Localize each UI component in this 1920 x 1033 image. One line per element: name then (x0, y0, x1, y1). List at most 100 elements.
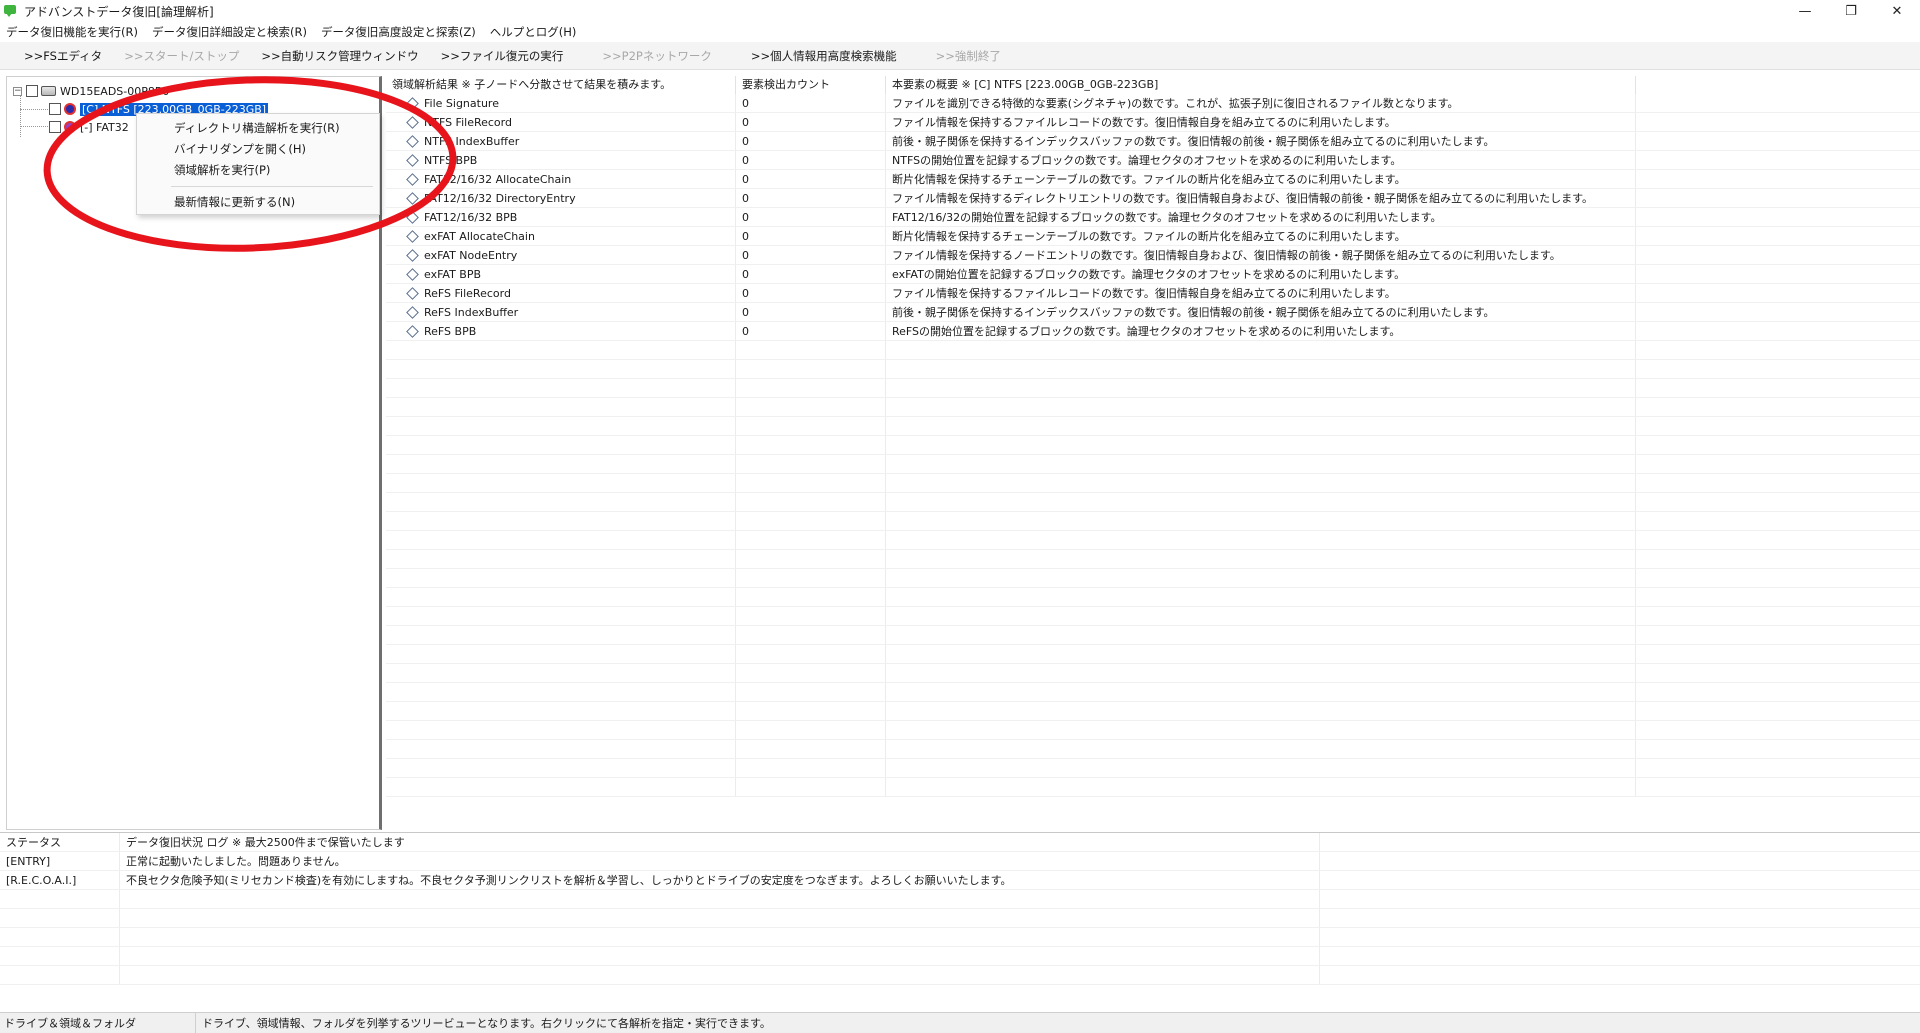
empty-cell (1636, 474, 1920, 492)
empty-cell (386, 759, 736, 777)
start-stop-button[interactable]: >>スタート/ストップ (113, 44, 250, 68)
row-name: ReFS BPB (386, 322, 736, 340)
row-empty (1636, 94, 1920, 112)
log-header-message[interactable]: データ復旧状況 ログ ※ 最大2500件まで保管いたします (120, 833, 1320, 851)
empty-row (386, 721, 1920, 740)
row-empty (1636, 322, 1920, 340)
table-row[interactable]: ReFS IndexBuffer 0 前後・親子関係を保持するインデックスバッファの… (386, 303, 1920, 322)
element-diamond-icon (406, 267, 419, 281)
row-name-text: NTFS FileRecord (424, 115, 512, 129)
empty-cell (886, 360, 1636, 378)
table-row[interactable]: FAT12/16/32 BPB 0 FAT12/16/32の開始位置を記録するブロッ… (386, 208, 1920, 227)
empty-cell (0, 947, 120, 965)
table-row[interactable]: ReFS FileRecord 0 ファイル情報を保持するファイルレコードの数です。… (386, 284, 1920, 303)
empty-cell (0, 928, 120, 946)
row-name-text: FAT12/16/32 DirectoryEntry (424, 191, 576, 205)
menu-help-log[interactable]: ヘルプとログ(H) (490, 24, 577, 40)
volume-ntfs-checkbox[interactable] (49, 103, 61, 115)
file-restore-button[interactable]: >>ファイル復元の実行 (430, 44, 575, 68)
table-row[interactable]: NTFS BPB 0 NTFSの開始位置を記録するブロックの数です。論理セクタのオフ… (386, 151, 1920, 170)
empty-row (386, 436, 1920, 455)
column-header-region[interactable]: 領域解析結果 ※ 子ノードへ分散させて結果を積みます。 (386, 76, 736, 94)
row-count: 0 (736, 322, 886, 340)
menu-item-refresh[interactable]: 最新情報に更新する(N) (137, 192, 379, 213)
empty-cell (120, 928, 1320, 946)
auto-risk-window-button[interactable]: >>自動リスク管理ウィンドウ (250, 44, 429, 68)
tree-node-drive[interactable]: − WD15EADS-00P8B0 (13, 83, 169, 99)
row-name: exFAT AllocateChain (386, 227, 736, 245)
minimize-button[interactable]: — (1782, 0, 1828, 22)
p2p-network-button[interactable]: >>P2Pネットワーク (574, 44, 722, 68)
volume-icon (64, 103, 76, 115)
log-row[interactable]: [ENTRY] 正常に起動いたしました。問題ありません。 (0, 852, 1920, 871)
empty-cell (886, 379, 1636, 397)
analysis-result-list[interactable]: 領域解析結果 ※ 子ノードへ分散させて結果を積みます。 要素検出カウント 本要素… (386, 76, 1920, 830)
empty-row (386, 360, 1920, 379)
table-row[interactable]: NTFS IndexBuffer 0 前後・親子関係を保持するインデックスバッファの… (386, 132, 1920, 151)
empty-cell (736, 474, 886, 492)
row-name-text: exFAT AllocateChain (424, 229, 535, 243)
table-row[interactable]: ReFS BPB 0 ReFSの開始位置を記録するブロックの数です。論理セクタのオフ… (386, 322, 1920, 341)
table-row[interactable]: File Signature 0 ファイルを識別できる特徴的な要素(シグネチャ)の数… (386, 94, 1920, 113)
empty-row (386, 626, 1920, 645)
table-row[interactable]: NTFS FileRecord 0 ファイル情報を保持するファイルレコードの数です。… (386, 113, 1920, 132)
log-header-status[interactable]: ステータス (0, 833, 120, 851)
empty-cell (386, 360, 736, 378)
element-diamond-icon (406, 96, 419, 110)
log-message: 不良セクタ危険予知(ミリセカンド検査)を有効にしますね。不良セクタ予測リンクリス… (120, 871, 1320, 889)
log-status: [ENTRY] (0, 852, 120, 870)
maximize-button[interactable]: ❐ (1828, 0, 1874, 22)
status-left: ドライブ＆領域＆フォルダ (0, 1012, 196, 1033)
empty-cell (736, 341, 886, 359)
menu-run-recovery[interactable]: データ復旧機能を実行(R) (6, 24, 138, 40)
column-header-count[interactable]: 要素検出カウント (736, 76, 886, 94)
column-header-empty[interactable] (1636, 76, 1920, 94)
empty-cell (886, 474, 1636, 492)
empty-row (386, 664, 1920, 683)
table-row[interactable]: FAT12/16/32 DirectoryEntry 0 ファイル情報を保持するディ… (386, 189, 1920, 208)
row-description: ファイル情報を保持するファイルレコードの数です。復旧情報自身を組み立てるのに利用… (886, 284, 1636, 302)
menu-item-binary-dump[interactable]: バイナリダンプを開く(H) (137, 139, 379, 160)
empty-cell (736, 417, 886, 435)
table-row[interactable]: FAT12/16/32 AllocateChain 0 断片化情報を保持するチェーン… (386, 170, 1920, 189)
empty-cell (886, 721, 1636, 739)
row-name: FAT12/16/32 BPB (386, 208, 736, 226)
tree-node-volume-fat32[interactable]: [-] FAT32 (49, 119, 129, 135)
log-header-empty[interactable] (1320, 833, 1920, 851)
empty-cell (736, 759, 886, 777)
empty-log-row (0, 966, 1920, 985)
window-title: アドバンストデータ復旧[論理解析] (24, 4, 214, 19)
menu-item-region-analysis[interactable]: 領域解析を実行(P) (137, 160, 379, 181)
log-view[interactable]: ステータス データ復旧状況 ログ ※ 最大2500件まで保管いたします [ENT… (0, 832, 1920, 1010)
app-chat-icon (4, 5, 18, 17)
empty-cell (386, 531, 736, 549)
list-body: File Signature 0 ファイルを識別できる特徴的な要素(シグネチャ)の数… (386, 94, 1920, 797)
personal-info-search-button[interactable]: >>個人情報用高度検索機能 (723, 44, 908, 68)
table-row[interactable]: exFAT BPB 0 exFATの開始位置を記録するブロックの数です。論理セクタの… (386, 265, 1920, 284)
force-quit-button[interactable]: >>強制終了 (908, 44, 1012, 68)
empty-cell (736, 645, 886, 663)
menu-detail-settings[interactable]: データ復旧詳細設定と検索(R) (152, 24, 307, 40)
row-name-text: exFAT BPB (424, 267, 482, 281)
row-count: 0 (736, 94, 886, 112)
close-button[interactable]: ✕ (1874, 0, 1920, 22)
empty-cell (886, 778, 1636, 796)
volume-icon (64, 121, 76, 133)
volume-fat32-checkbox[interactable] (49, 121, 61, 133)
empty-cell (886, 436, 1636, 454)
table-row[interactable]: exFAT AllocateChain 0 断片化情報を保持するチェーンテーブルの数… (386, 227, 1920, 246)
window-controls: — ❐ ✕ (1782, 0, 1920, 22)
log-row[interactable]: [R.E.C.O.A.I.] 不良セクタ危険予知(ミリセカンド検査)を有効にします… (0, 871, 1920, 890)
column-header-summary[interactable]: 本要素の概要 ※ [C] NTFS [223.00GB_0GB-223GB] (886, 76, 1636, 94)
drive-label: WD15EADS-00P8B0 (60, 84, 170, 98)
fs-editor-button[interactable]: >>FSエディタ (0, 44, 113, 68)
element-diamond-icon (406, 324, 419, 338)
menu-item-directory-analysis[interactable]: ディレクトリ構造解析を実行(R) (137, 118, 379, 139)
empty-row (386, 455, 1920, 474)
drive-checkbox[interactable] (26, 85, 38, 97)
row-description: FAT12/16/32の開始位置を記録するブロックの数です。論理セクタのオフセッ… (886, 208, 1636, 226)
table-row[interactable]: exFAT NodeEntry 0 ファイル情報を保持するノードエントリの数です。復… (386, 246, 1920, 265)
menu-advanced-settings[interactable]: データ復旧高度設定と探索(Z) (321, 24, 476, 40)
collapse-icon[interactable]: − (13, 86, 22, 96)
empty-row (386, 417, 1920, 436)
